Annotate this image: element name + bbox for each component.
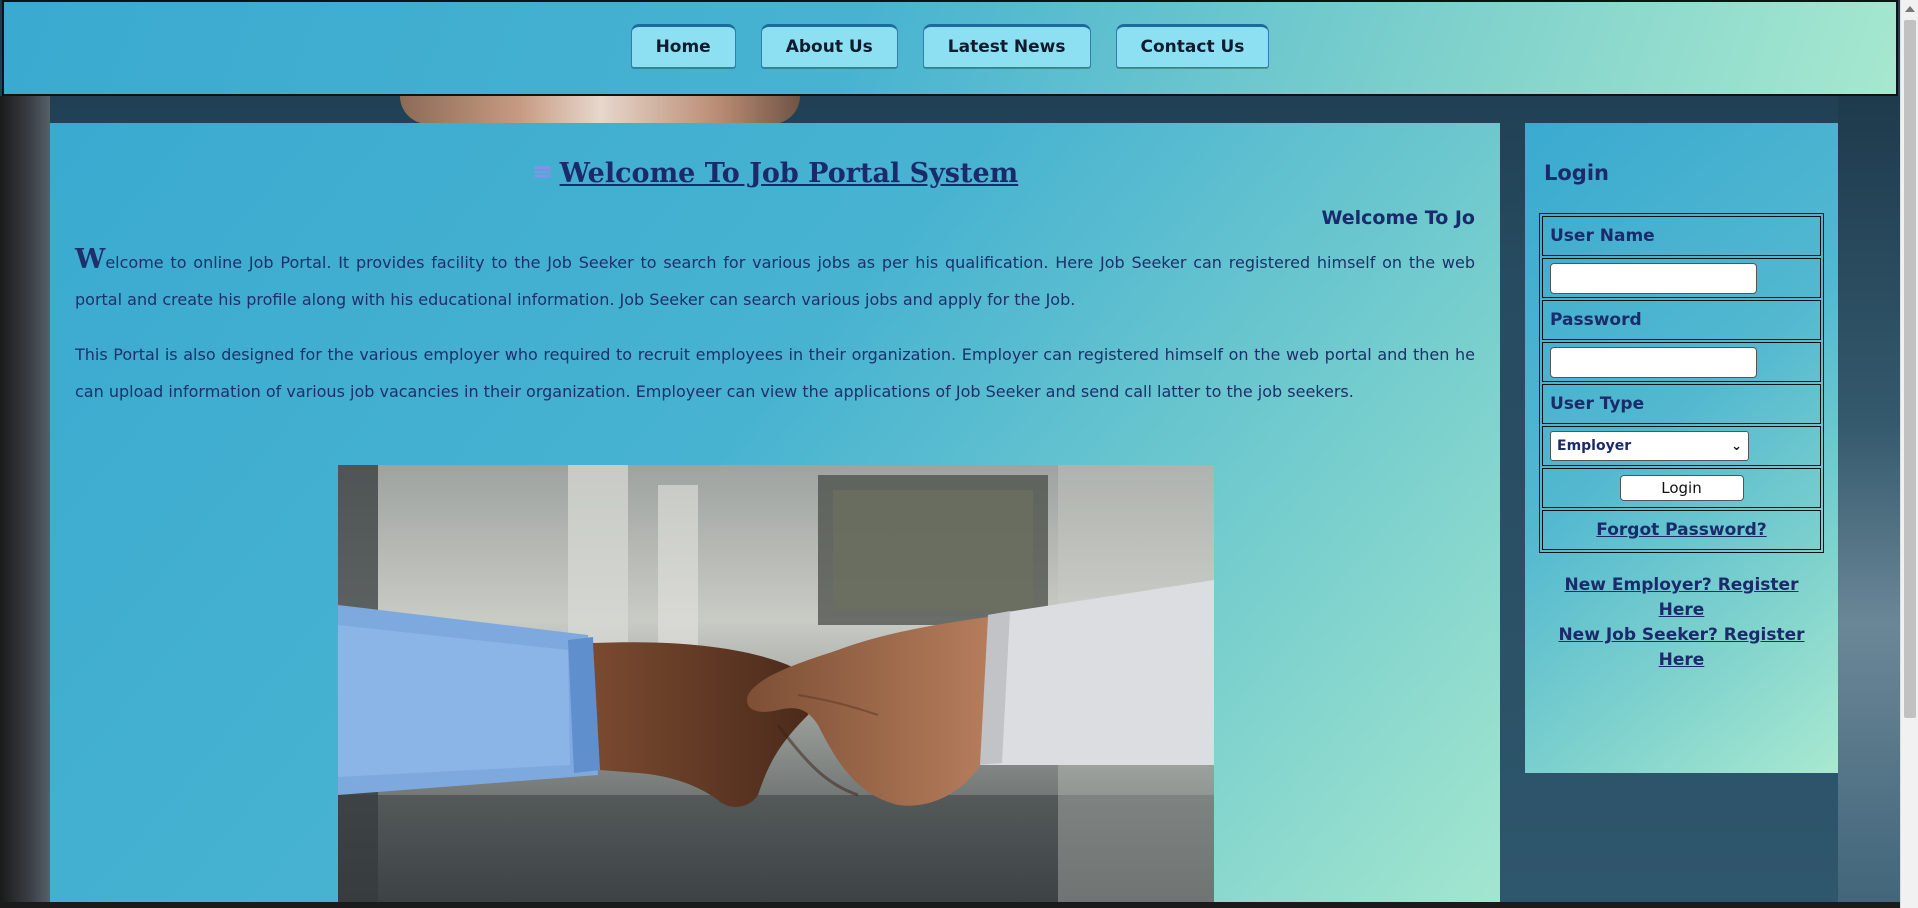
intro-paragraph-jobseeker-text: elcome to online Job Portal. It provides… — [75, 253, 1475, 309]
page-title-text[interactable]: Welcome To Job Portal System — [560, 158, 1019, 189]
handshake-image — [338, 465, 1214, 908]
password-input[interactable] — [1550, 346, 1757, 378]
nav-home-button[interactable]: Home — [630, 24, 736, 68]
nav-contact-us-button[interactable]: Contact Us — [1115, 24, 1270, 68]
background-photo-right — [1838, 96, 1900, 908]
login-form: User Name Password User Type Employer ⌄ … — [1539, 213, 1824, 553]
user-type-selected-value: Employer — [1557, 438, 1632, 454]
page-title: ≡ Welcome To Job Portal System — [75, 157, 1475, 189]
forgot-password-link[interactable]: Forgot Password? — [1596, 520, 1766, 540]
top-navigation-bar: Home About Us Latest News Contact Us — [2, 0, 1898, 96]
password-label: Password — [1542, 300, 1821, 340]
scrolling-welcome-text: Welcome To Jo — [1321, 207, 1475, 229]
username-input[interactable] — [1550, 262, 1757, 294]
nav-latest-news-button[interactable]: Latest News — [922, 24, 1091, 68]
main-content-panel: ≡ Welcome To Job Portal System Welcome To… — [50, 123, 1500, 908]
login-button[interactable]: Login — [1619, 475, 1744, 501]
register-jobseeker-link[interactable]: New Job Seeker? Register Here — [1539, 623, 1824, 673]
drop-cap-letter: W — [75, 244, 106, 275]
bottom-edge — [0, 902, 1900, 908]
scroll-thumb[interactable] — [1904, 20, 1916, 718]
chevron-down-icon: ⌄ — [1731, 438, 1742, 454]
username-label: User Name — [1542, 216, 1821, 256]
login-panel: Login User Name Password User Type Emplo… — [1525, 123, 1838, 773]
scroll-up-arrow-icon[interactable] — [1905, 6, 1915, 12]
login-heading: Login — [1544, 161, 1609, 185]
user-type-select[interactable]: Employer ⌄ — [1550, 431, 1749, 461]
menu-icon[interactable]: ≡ — [532, 157, 554, 187]
background-photo-head — [400, 96, 800, 124]
page-scrollbar[interactable] — [1900, 0, 1918, 908]
intro-paragraph-employer: This Portal is also designed for the var… — [75, 345, 1475, 401]
register-employer-link[interactable]: New Employer? Register Here — [1539, 573, 1824, 623]
handshake-illustration — [338, 465, 1214, 908]
user-type-label: User Type — [1542, 384, 1821, 424]
nav-about-us-button[interactable]: About Us — [760, 24, 898, 68]
intro-paragraph-jobseeker: Welcome to online Job Portal. It provide… — [75, 241, 1475, 318]
background-photo-left — [0, 96, 50, 908]
register-links: New Employer? Register Here New Job Seek… — [1539, 573, 1824, 673]
